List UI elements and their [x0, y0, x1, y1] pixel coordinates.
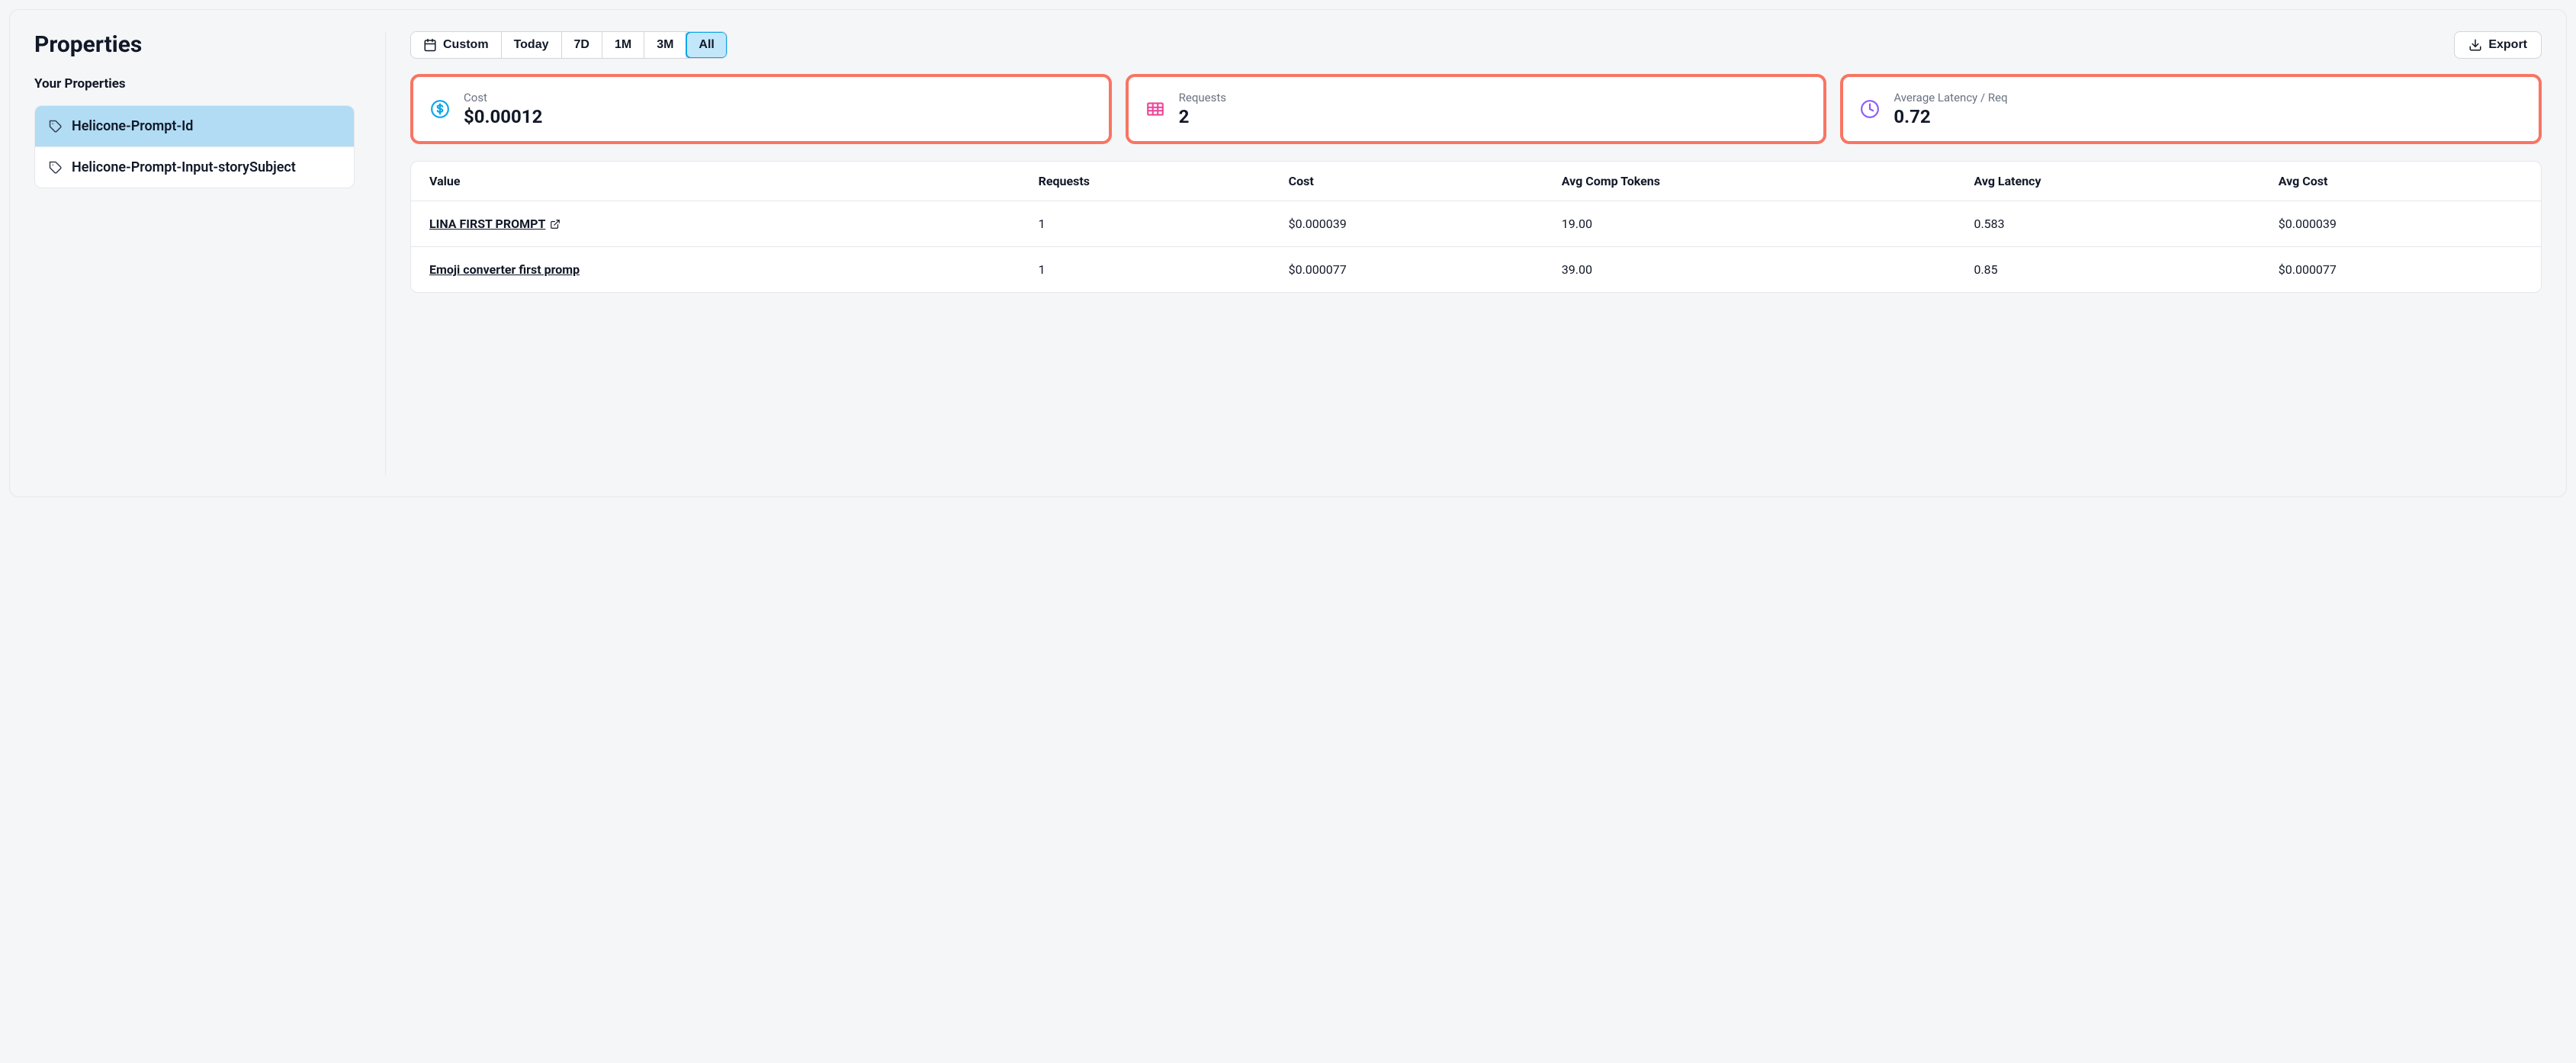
table-card: ValueRequestsCostAvg Comp TokensAvg Late…	[410, 161, 2542, 293]
time-filter-3m[interactable]: 3M	[644, 32, 686, 58]
table-icon	[1145, 99, 1165, 119]
external-link-icon	[550, 219, 560, 230]
table-row: Emoji converter first promp 1 $0.000077 …	[411, 247, 2541, 293]
stat-card-clock: Average Latency / Req 0.72	[1840, 74, 2542, 144]
sidebar-item-label: Helicone-Prompt-Input-storySubject	[72, 159, 296, 175]
page-title: Properties	[34, 31, 355, 58]
table-head: ValueRequestsCostAvg Comp TokensAvg Late…	[411, 162, 2541, 201]
table-header: Requests	[1028, 162, 1278, 201]
cell-avg-cost: $0.000039	[2268, 201, 2541, 247]
dollar-icon	[430, 99, 450, 119]
time-filter-label: Today	[514, 38, 549, 52]
section-label: Your Properties	[34, 76, 355, 92]
time-filter-label: 7D	[574, 38, 589, 52]
cell-avg-latency: 0.583	[1963, 201, 2267, 247]
tag-icon	[49, 161, 63, 175]
table-header: Avg Latency	[1963, 162, 2267, 201]
cell-avg-comp-tokens: 19.00	[1551, 201, 1964, 247]
stat-content: Average Latency / Req 0.72	[1893, 91, 2007, 127]
page-container: Properties Your Properties Helicone-Prom…	[9, 9, 2567, 497]
value-link[interactable]: LINA FIRST PROMPT	[429, 217, 560, 231]
stat-value: 0.72	[1893, 106, 2007, 127]
sidebar-item-0[interactable]: Helicone-Prompt-Id	[35, 106, 354, 147]
stat-card-table: Requests 2	[1126, 74, 1827, 144]
toolbar: Custom Today 7D 1M 3M All Export	[410, 31, 2542, 59]
time-filter-today[interactable]: Today	[502, 32, 562, 58]
stat-label: Requests	[1179, 91, 1226, 104]
cell-avg-latency: 0.85	[1963, 247, 2267, 293]
table-header-row: ValueRequestsCostAvg Comp TokensAvg Late…	[411, 162, 2541, 201]
stat-value: $0.00012	[464, 106, 542, 127]
time-filter-label: 3M	[657, 38, 673, 52]
export-label: Export	[2488, 38, 2527, 52]
stat-value: 2	[1179, 106, 1226, 127]
table-header: Cost	[1278, 162, 1551, 201]
stat-card-dollar: Cost $0.00012	[410, 74, 1112, 144]
table-body: LINA FIRST PROMPT 1 $0.000039 19.00 0.58…	[411, 201, 2541, 293]
time-filter-all[interactable]: All	[686, 32, 726, 58]
export-button[interactable]: Export	[2454, 31, 2542, 59]
time-filter-label: 1M	[615, 38, 631, 52]
calendar-icon	[423, 38, 437, 52]
stats-row: Cost $0.00012 Requests 2 Average Latency…	[410, 74, 2542, 144]
stat-label: Average Latency / Req	[1893, 91, 2007, 104]
time-filter-1m[interactable]: 1M	[602, 32, 644, 58]
cell-requests: 1	[1028, 201, 1278, 247]
property-list: Helicone-Prompt-Id Helicone-Prompt-Input…	[34, 105, 355, 188]
time-filter-7d[interactable]: 7D	[562, 32, 602, 58]
stat-content: Requests 2	[1179, 91, 1226, 127]
time-filter-group: Custom Today 7D 1M 3M All	[410, 31, 728, 59]
cell-cost: $0.000039	[1278, 201, 1551, 247]
cell-cost: $0.000077	[1278, 247, 1551, 293]
table-row: LINA FIRST PROMPT 1 $0.000039 19.00 0.58…	[411, 201, 2541, 247]
table-header: Value	[411, 162, 1028, 201]
tag-icon	[49, 120, 63, 133]
clock-icon	[1860, 99, 1880, 119]
cell-requests: 1	[1028, 247, 1278, 293]
time-filter-label: Custom	[443, 38, 489, 52]
table-header: Avg Cost	[2268, 162, 2541, 201]
main-content: Custom Today 7D 1M 3M All Export Cost $0.0001…	[385, 31, 2542, 475]
table-header: Avg Comp Tokens	[1551, 162, 1964, 201]
value-link[interactable]: Emoji converter first promp	[429, 262, 580, 277]
download-icon	[2468, 38, 2482, 52]
time-filter-custom[interactable]: Custom	[411, 32, 502, 58]
stat-content: Cost $0.00012	[464, 91, 542, 127]
sidebar-item-1[interactable]: Helicone-Prompt-Input-storySubject	[35, 147, 354, 188]
stat-label: Cost	[464, 91, 542, 104]
cell-avg-cost: $0.000077	[2268, 247, 2541, 293]
sidebar: Properties Your Properties Helicone-Prom…	[34, 31, 355, 475]
data-table: ValueRequestsCostAvg Comp TokensAvg Late…	[411, 162, 2541, 292]
time-filter-label: All	[699, 38, 714, 52]
cell-avg-comp-tokens: 39.00	[1551, 247, 1964, 293]
sidebar-item-label: Helicone-Prompt-Id	[72, 118, 193, 134]
